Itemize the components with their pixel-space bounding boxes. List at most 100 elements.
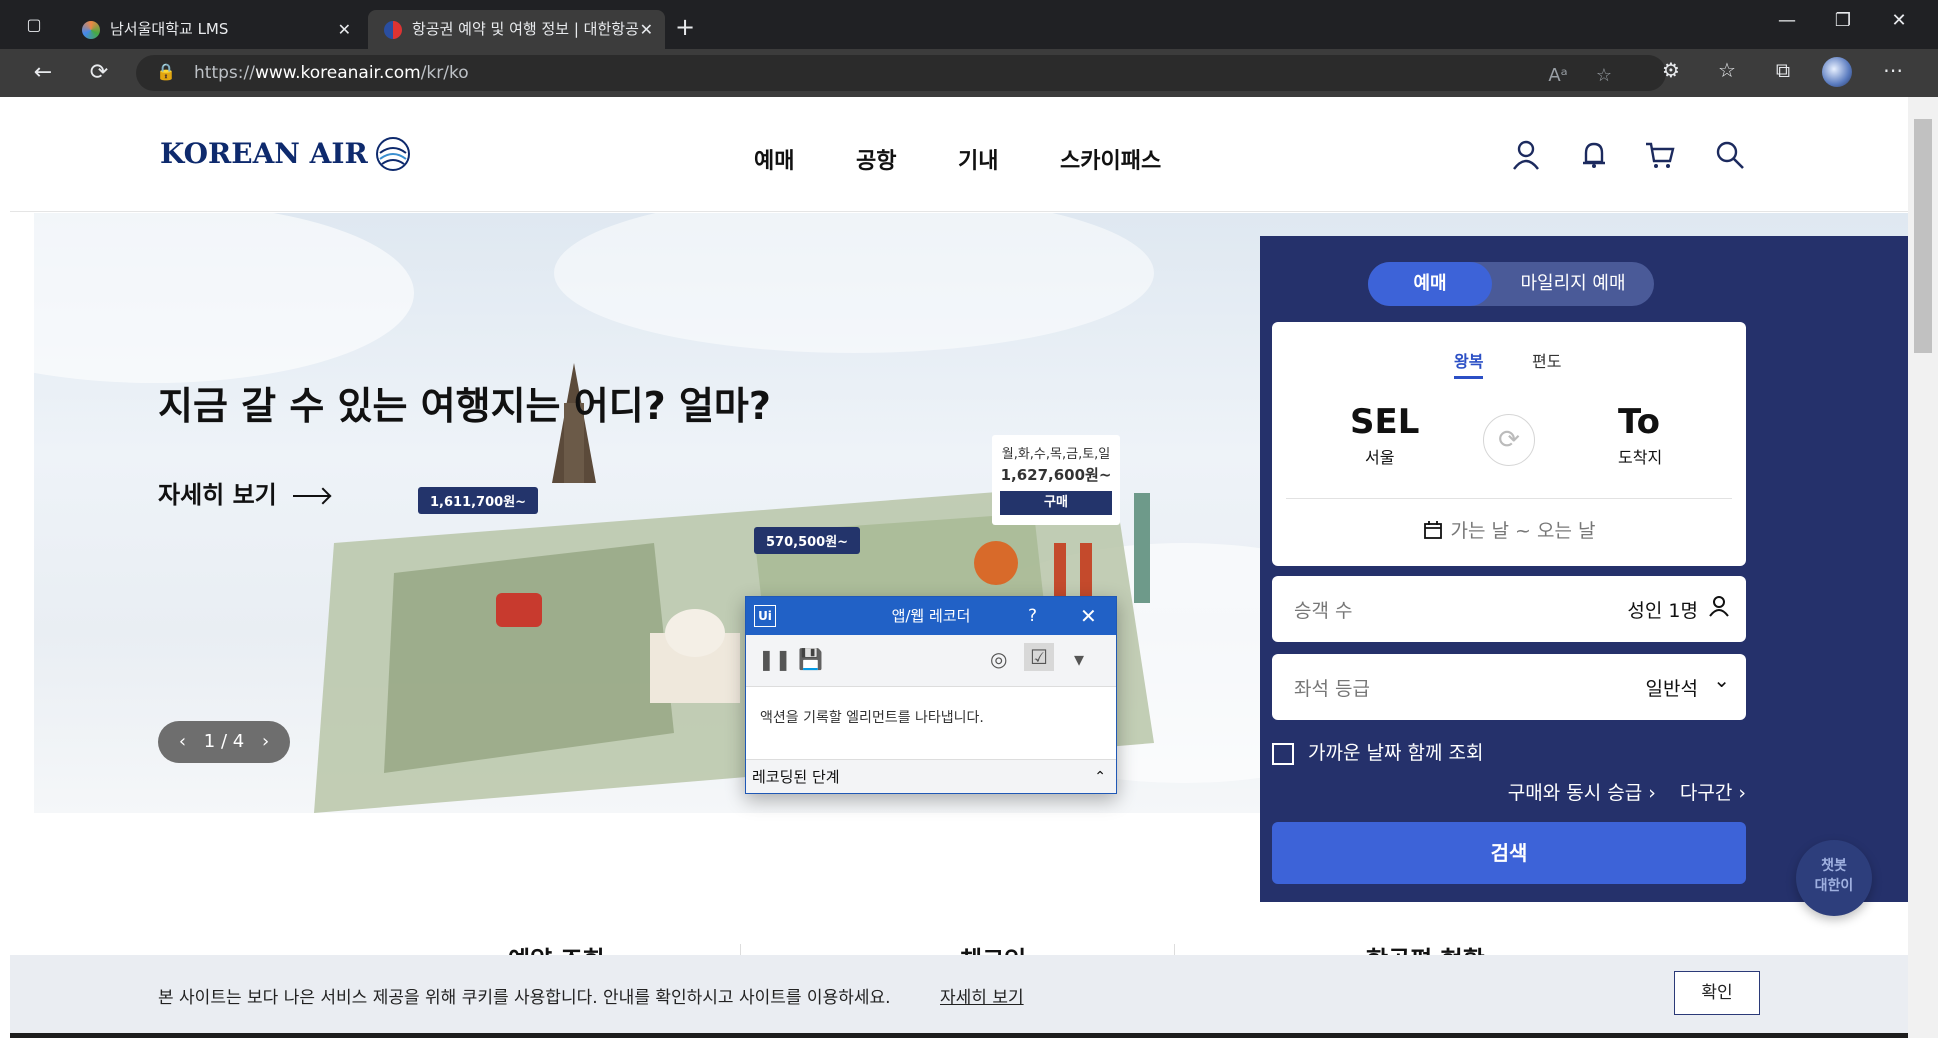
site-header: KOREAN AIR 예매 공항 기내 스카이패스 — [10, 97, 1908, 212]
more-menu-icon[interactable]: ⋯ — [1878, 58, 1908, 82]
arrow-right-icon — [292, 495, 329, 497]
tab-lms[interactable]: 남서울대학교 LMS ✕ — [66, 10, 363, 49]
back-button[interactable]: ← — [28, 59, 58, 87]
extensions-icon[interactable]: ⚙ — [1656, 58, 1686, 82]
cookie-confirm-button[interactable]: 확인 — [1674, 971, 1760, 1015]
korean-air-logo[interactable]: KOREAN AIR — [160, 137, 368, 170]
search-icon[interactable] — [1714, 139, 1746, 171]
bell-icon[interactable] — [1578, 139, 1610, 171]
next-slide-button[interactable]: › — [262, 731, 269, 752]
gnb-airport[interactable]: 공항 — [856, 143, 896, 175]
new-tab-button[interactable]: + — [675, 12, 695, 42]
passenger-field[interactable]: 승객 수 성인 1명 — [1272, 576, 1746, 642]
origin-code[interactable]: SEL — [1350, 402, 1419, 442]
trip-round-tab[interactable]: 왕복 — [1454, 348, 1484, 379]
koreanair-favicon-icon — [384, 21, 402, 39]
korean-air-emblem-icon — [376, 137, 410, 171]
multi-city-link[interactable]: 다구간 › — [1680, 782, 1746, 804]
reload-button[interactable]: ⟳ — [84, 59, 114, 87]
nearby-dates-checkbox[interactable]: 가까운 날짜 함께 조회 — [1272, 738, 1483, 765]
tab-title: 항공권 예약 및 여행 정보 | 대한항공 — [412, 20, 639, 38]
gnb-skypass[interactable]: 스카이패스 — [1060, 143, 1161, 175]
promo-buy-button[interactable]: 구매 — [1000, 491, 1112, 515]
cookie-banner: 본 사이트는 보다 나은 서비스 제공을 위해 쿠키를 사용합니다. 안내를 확… — [10, 955, 1908, 1033]
recorder-message: 액션을 기록할 엘리먼트를 나타냅니다. — [760, 710, 984, 726]
recorded-steps-label: 레코딩된 단계 — [752, 768, 840, 786]
recorder-close-icon[interactable]: ✕ — [1080, 597, 1097, 635]
booking-mode-toggle: 예매 마일리지 예매 — [1368, 262, 1654, 306]
minimize-button[interactable]: — — [1772, 10, 1802, 31]
slide-counter: 1 / 4 — [203, 731, 245, 752]
gnb-inflight[interactable]: 기내 — [958, 143, 998, 175]
hero-title: 지금 갈 수 있는 여행지는 어디? 얼마? — [158, 384, 771, 428]
read-aloud-icon[interactable]: Aᵃ — [1544, 65, 1572, 86]
profile-avatar[interactable] — [1822, 57, 1852, 87]
origin-city[interactable]: 서울 — [1365, 444, 1394, 468]
route-card: 왕복 편도 SEL 서울 ⟳ To 도착지 가는 날 ~ 오는 날 — [1272, 322, 1746, 566]
tab-close-icon[interactable]: ✕ — [338, 10, 351, 49]
recorder-titlebar[interactable]: Ui 앱/웹 레코더 ? ✕ — [746, 597, 1116, 635]
trip-oneway-tab[interactable]: 편도 — [1532, 348, 1561, 372]
promo-days: 월,화,수,목,금,토,일 — [1001, 447, 1111, 462]
step-list-icon[interactable]: ☑ — [1024, 643, 1054, 671]
recorded-steps-panel[interactable]: 레코딩된 단계 ⌃ — [746, 759, 1116, 793]
date-field[interactable]: 가는 날 ~ 오는 날 — [1272, 516, 1746, 543]
passenger-value: 성인 1명 — [1627, 600, 1698, 622]
extra-links: 구매와 동시 승급 › 다구간 › — [1508, 778, 1746, 805]
lms-favicon-icon — [82, 21, 100, 39]
help-icon[interactable]: ? — [1028, 597, 1037, 635]
restore-button[interactable]: ❐ — [1828, 10, 1858, 31]
tab-koreanair[interactable]: 항공권 예약 및 여행 정보 | 대한항공 ✕ — [368, 10, 665, 49]
tab-actions-icon[interactable]: ▢ — [22, 14, 46, 36]
divider — [1286, 498, 1732, 499]
target-icon[interactable]: ◎ — [990, 647, 1007, 671]
flight-search-button[interactable]: 검색 — [1272, 822, 1746, 884]
save-icon[interactable]: 💾 — [798, 647, 823, 671]
price-tag[interactable]: 570,500원~ — [754, 527, 861, 554]
footer-strip — [10, 1033, 1908, 1038]
browser-address-bar: ← ⟳ 🔒 https://www.koreanair.com/kr/ko Aᵃ… — [0, 49, 1938, 97]
destination-code[interactable]: To — [1618, 402, 1660, 442]
pause-icon[interactable]: ❚❚ — [758, 647, 792, 671]
promo-price: 1,627,600원~ — [1000, 466, 1112, 484]
recorder-window: Ui 앱/웹 레코더 ? ✕ ❚❚ 💾 ◎ ☑ ▾ 액션을 기록할 엘리먼트를 … — [745, 596, 1117, 794]
booking-widget: 예매 마일리지 예매 왕복 편도 SEL 서울 ⟳ To 도착지 가는 날 ~ … — [1260, 236, 1908, 902]
gnb-booking[interactable]: 예매 — [754, 143, 794, 175]
browser-tab-bar: ▢ 남서울대학교 LMS ✕ 항공권 예약 및 여행 정보 | 대한항공 ✕ +… — [0, 0, 1938, 49]
swap-route-icon[interactable]: ⟳ — [1483, 414, 1535, 466]
chevron-up-icon[interactable]: ⌃ — [1094, 760, 1106, 794]
checkbox-box[interactable] — [1272, 742, 1294, 765]
window-close-button[interactable]: ✕ — [1884, 10, 1914, 31]
scrollbar-thumb[interactable] — [1914, 119, 1932, 353]
tab-close-icon[interactable]: ✕ — [640, 10, 653, 49]
seat-class-label: 좌석 등급 — [1294, 678, 1370, 700]
page-scrollbar[interactable] — [1908, 97, 1938, 1038]
promo-card: 월,화,수,목,금,토,일 1,627,600원~ 구매 — [992, 435, 1120, 525]
chatbot-button[interactable]: 챗봇 대한이 — [1796, 840, 1872, 916]
hero-more-link[interactable]: 자세히 보기 — [158, 475, 329, 510]
mode-booking-button[interactable]: 예매 — [1368, 262, 1492, 306]
favorites-icon[interactable]: ☆ — [1712, 58, 1742, 82]
tab-title: 남서울대학교 LMS — [110, 20, 229, 38]
destination-city[interactable]: 도착지 — [1618, 444, 1662, 468]
cart-icon[interactable] — [1644, 139, 1676, 171]
upgrade-link[interactable]: 구매와 동시 승급 › — [1508, 782, 1656, 804]
user-icon[interactable] — [1510, 139, 1542, 171]
passenger-label: 승객 수 — [1294, 600, 1353, 622]
cookie-more-link[interactable]: 자세히 보기 — [940, 983, 1024, 1008]
add-favorite-icon[interactable]: ☆ — [1590, 65, 1618, 86]
mode-mileage-button[interactable]: 마일리지 예매 — [1492, 262, 1654, 306]
options-dropdown-icon[interactable]: ▾ — [1074, 647, 1084, 671]
calendar-icon — [1423, 521, 1442, 539]
prev-slide-button[interactable]: ‹ — [179, 731, 186, 752]
url-field[interactable]: 🔒 https://www.koreanair.com/kr/ko Aᵃ ☆ — [136, 55, 1666, 91]
seat-class-field[interactable]: 좌석 등급 일반석 ⌄ — [1272, 654, 1746, 720]
price-tag[interactable]: 1,611,700원~ — [418, 487, 539, 514]
url-text: https://www.koreanair.com/kr/ko — [194, 63, 469, 83]
person-icon — [1709, 596, 1729, 617]
slide-pager: ‹ 1 / 4 › — [158, 721, 290, 763]
lock-icon[interactable]: 🔒 — [156, 62, 176, 81]
nearby-dates-label: 가까운 날짜 함께 조회 — [1308, 742, 1484, 764]
collections-icon[interactable]: ⧉ — [1768, 58, 1798, 82]
recorder-toolbar: ❚❚ 💾 ◎ ☑ ▾ — [746, 635, 1116, 687]
